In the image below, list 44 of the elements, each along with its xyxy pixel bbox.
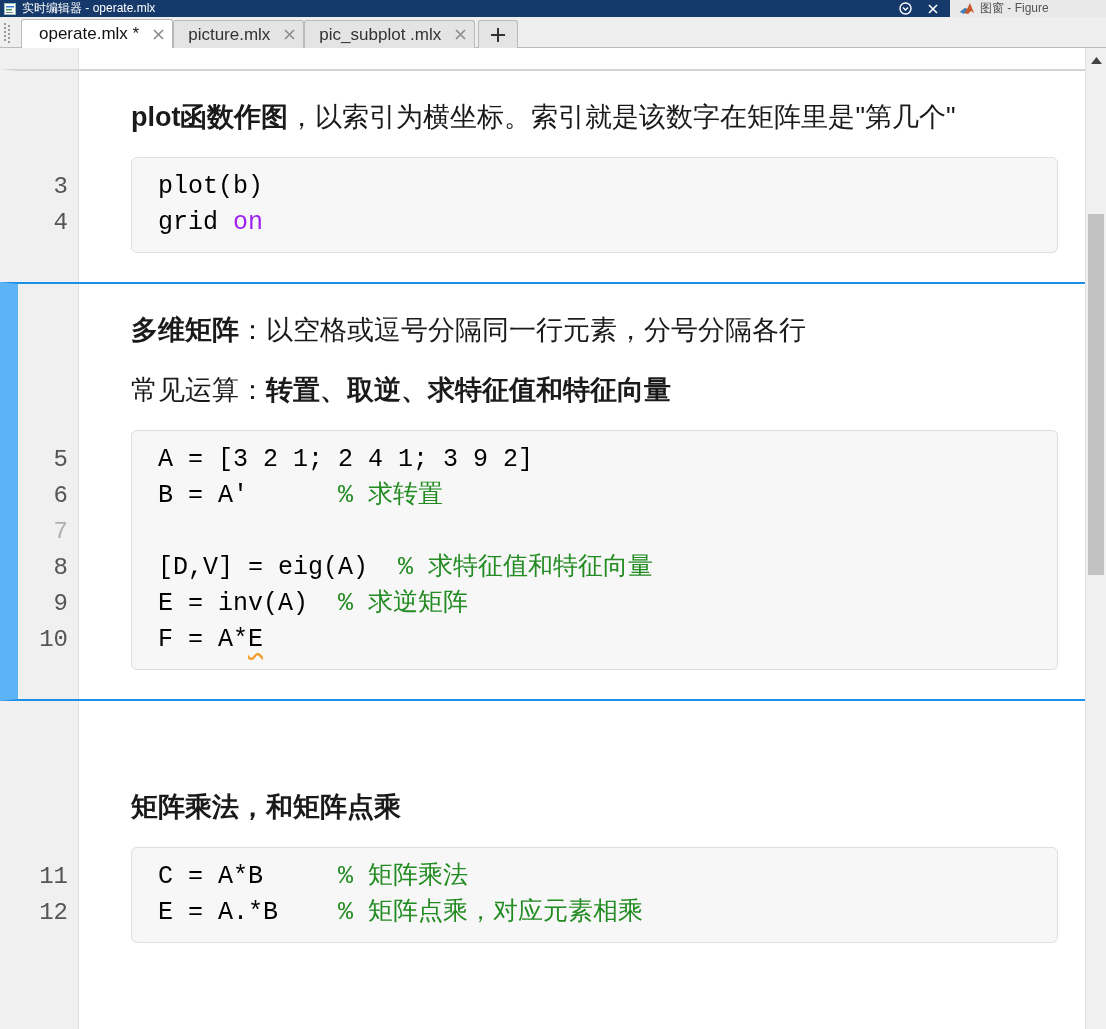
window-title: 图窗 - Figure [980, 0, 1049, 17]
line-number: 12 [39, 898, 68, 928]
scroll-up-icon[interactable] [1090, 57, 1102, 64]
logo-icon [960, 2, 974, 15]
code-block[interactable]: C = A*B % 矩阵乘法 E = A.*B % 矩阵点乘，对应元素相乘 [131, 847, 1058, 943]
editor-section[interactable]: 多维矩阵：以空格或逗号分隔同一行元素，分号分隔各行 常见运算：转置、取逆、求特征值和特征向量 5 6 7 8 9 10 A = [3 2 1; 2 4 1; 3 9 2] B = A' % 求转置 [D,V] = eig(A) % 求特征值和特征向量 E = inv(A) % 求逆矩阵 F = A*E [0, 282, 1085, 701]
window-tab[interactable]: 图窗 - Figure [950, 0, 1106, 17]
editor-section[interactable]: 矩阵乘法，和矩阵点乘 11 12 C = A*B % 矩阵乘法 E = A.*B % 矩阵点乘，对应元素相乘 [0, 701, 1085, 972]
code-line: B = A' % 求转置 [158, 480, 444, 512]
code-line: [D,V] = eig(A) % 求特征值和特征向量 [158, 552, 654, 584]
line-number: 9 [53, 589, 68, 619]
window-title: 实时编辑器 - operate.mlx [21, 0, 156, 17]
line-number: 10 [39, 625, 68, 655]
line-number: 7 [53, 517, 68, 547]
paragraph: plot函数作图，以索引为横坐标。索引就是该数字在矩阵里是"第几个" [131, 101, 956, 134]
plus-icon[interactable] [491, 27, 506, 42]
line-number: 6 [53, 481, 68, 511]
dropdown-icon[interactable] [899, 2, 912, 15]
line-number: 4 [53, 208, 68, 238]
editor-tab[interactable]: picture.mlx [173, 20, 305, 48]
app-icon [4, 2, 16, 15]
code-line: E = A.*B % 矩阵点乘，对应元素相乘 [158, 897, 644, 929]
section-heading: 矩阵乘法，和矩阵点乘 [131, 791, 401, 824]
line-number: 11 [39, 862, 68, 892]
code-line: C = A*B % 矩阵乘法 [158, 861, 469, 893]
line-number: 5 [53, 445, 68, 475]
editor-section[interactable]: plot函数作图，以索引为横坐标。索引就是该数字在矩阵里是"第几个" 3 4 plot(b) grid on [0, 69, 1085, 282]
grip-icon[interactable] [4, 22, 10, 44]
code-line: A = [3 2 1; 2 4 1; 3 9 2] [158, 444, 534, 476]
paragraph: 多维矩阵：以空格或逗号分隔同一行元素，分号分隔各行 [131, 314, 806, 347]
code-block[interactable]: plot(b) grid on [131, 157, 1058, 253]
scrollbar-track[interactable] [1085, 48, 1106, 1029]
code-line: plot(b) [158, 171, 264, 203]
editor-tab[interactable]: pic_subplot .mlx [304, 20, 476, 48]
line-number: 3 [53, 172, 68, 202]
new-tab-button[interactable] [478, 20, 519, 48]
scrollbar-thumb[interactable] [1088, 214, 1104, 575]
editor-tab[interactable]: operate.mlx * [21, 19, 174, 48]
code-line: grid on [158, 207, 264, 239]
line-number: 8 [53, 553, 68, 583]
code-line: E = inv(A) % 求逆矩阵 [158, 588, 469, 620]
paragraph: 常见运算：转置、取逆、求特征值和特征向量 [131, 374, 671, 407]
code-block[interactable]: A = [3 2 1; 2 4 1; 3 9 2] B = A' % 求转置 [D,V] = eig(A) % 求特征值和特征向量 E = inv(A) % 求逆矩阵 F = A*E [131, 430, 1058, 670]
code-line: F = A*E [158, 624, 264, 656]
